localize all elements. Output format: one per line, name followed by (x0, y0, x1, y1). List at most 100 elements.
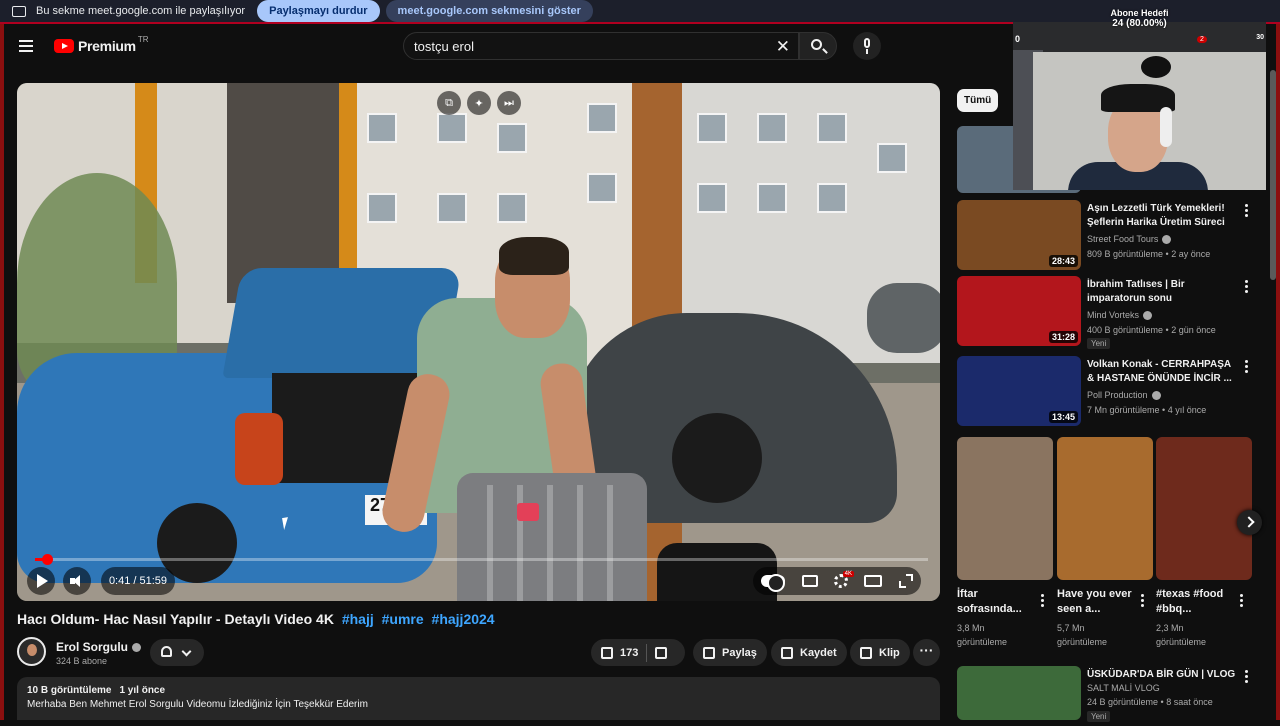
list-item[interactable]: 13:45 Volkan Konak - CERRAHPAŞA & HASTAN… (957, 356, 1257, 428)
more-options-icon[interactable] (1041, 594, 1044, 609)
search-icon (811, 39, 822, 50)
video-title[interactable]: ÜSKÜDAR'DA BİR GÜN | VLOG (1087, 668, 1237, 682)
channel-name-text[interactable]: Street Food Tours (1087, 234, 1158, 244)
search-button[interactable] (799, 32, 837, 60)
view-count: 10 B görüntüleme (27, 685, 112, 696)
channel-name[interactable]: Erol Sorgulu (56, 640, 141, 654)
hashtag-link[interactable]: #hajj (342, 611, 374, 627)
settings-gear-icon[interactable]: 4K (833, 571, 854, 588)
thumbs-up-icon[interactable] (601, 646, 613, 659)
more-options-icon[interactable] (1240, 594, 1243, 609)
mute-button[interactable] (63, 567, 91, 595)
fullscreen-icon[interactable] (898, 574, 913, 588)
channel-name-text[interactable]: Mind Vorteks (1087, 310, 1139, 320)
more-options-icon[interactable] (1141, 594, 1144, 609)
short-item[interactable]: İftar sofrasında... 3,8 Mn görüntüleme (957, 437, 1053, 647)
description-text: Merhaba Ben Mehmet Erol Sorgulu Videomu … (27, 699, 368, 710)
video-thumbnail[interactable] (957, 666, 1081, 720)
bookmark-icon (781, 646, 793, 659)
share-frame-border-right (1276, 24, 1280, 720)
short-thumbnail[interactable] (957, 437, 1053, 580)
upload-age: 1 yıl önce (119, 685, 166, 696)
verified-icon (1143, 311, 1153, 321)
channel-name[interactable]: Poll Production (1087, 390, 1161, 401)
thumbs-down-icon[interactable] (655, 646, 668, 659)
verified-icon (1162, 235, 1172, 245)
play-icon (37, 574, 48, 588)
new-badge: Yeni (1087, 338, 1111, 349)
share-icon (703, 646, 715, 659)
video-frame: 27 A (17, 83, 940, 601)
goal-range: 0 30 (1013, 34, 1266, 48)
more-actions-button[interactable]: ··· (913, 639, 940, 666)
mouse-cursor (282, 516, 296, 530)
subscriber-count: 324 B abone (56, 656, 108, 666)
skip-next-icon[interactable]: ⏭ (497, 91, 521, 115)
show-meet-tab-button[interactable]: meet.google.com sekmesini göster (385, 0, 593, 22)
short-title[interactable]: #texas #food #bbq... (1156, 587, 1236, 617)
filter-chip-all[interactable]: Tümü (957, 89, 999, 112)
progress-bar[interactable] (35, 554, 928, 565)
player-right-controls: 4K (753, 567, 921, 595)
more-options-icon[interactable] (1245, 280, 1248, 295)
video-title[interactable]: Volkan Konak - CERRAHPAŞA & HASTANE ÖNÜN… (1087, 358, 1237, 386)
clip-button[interactable]: Klip (850, 639, 910, 666)
search-input[interactable]: tostçu erol ✕ (403, 32, 799, 60)
channel-avatar[interactable] (17, 637, 46, 666)
youtube-play-icon (54, 39, 74, 53)
channel-name[interactable]: SALT MALİ VLOG (1087, 683, 1160, 693)
chevron-down-icon (181, 646, 192, 657)
channel-name-text[interactable]: Erol Sorgulu (56, 640, 128, 654)
video-title-text: Hacı Oldum- Hac Nasıl Yapılır - Detaylı … (17, 611, 334, 627)
theater-mode-icon[interactable] (864, 575, 883, 587)
more-options-icon[interactable] (1245, 670, 1248, 685)
short-thumbnail[interactable] (1156, 437, 1252, 580)
stop-sharing-button[interactable]: Paylaşmayı durdur (257, 0, 380, 22)
description-box[interactable]: 10 B görüntüleme 1 yıl önce Merhaba Ben M… (17, 677, 940, 720)
subscription-bell-button[interactable] (150, 639, 204, 666)
short-title[interactable]: Have you ever seen a... (1057, 587, 1137, 617)
like-count[interactable]: 173 (620, 647, 638, 659)
shorts-next-button[interactable] (1237, 510, 1262, 535)
video-title[interactable]: Aşın Lezzetli Türk Yemekleri! Şeflerin H… (1087, 202, 1237, 230)
more-options-icon[interactable] (1245, 360, 1248, 375)
hashtag-link[interactable]: #hajj2024 (432, 611, 495, 627)
video-thumbnail[interactable]: 31:28 (957, 276, 1081, 346)
short-title[interactable]: İftar sofrasında... (957, 587, 1037, 617)
list-item[interactable]: ÜSKÜDAR'DA BİR GÜN | VLOG SALT MALİ VLOG… (957, 666, 1257, 726)
share-button[interactable]: Paylaş (693, 639, 767, 666)
logo-region-code: TR (137, 34, 149, 44)
progress-scrubber[interactable] (41, 554, 53, 565)
ask-ai-icon[interactable]: ✦ (467, 91, 491, 115)
search-query[interactable]: tostçu erol (414, 39, 474, 54)
voice-search-button[interactable] (853, 32, 881, 60)
page-scrollbar[interactable] (1270, 70, 1276, 280)
video-title[interactable]: İbrahim Tatlıses | Bir imparatorun sonu (1087, 278, 1237, 306)
menu-icon[interactable] (19, 40, 33, 52)
time-display: 0:41 / 51:59 (101, 567, 175, 595)
share-label: Paylaş (722, 646, 757, 659)
verified-icon (1151, 391, 1161, 401)
clear-search-icon[interactable]: ✕ (776, 37, 790, 57)
miniplayer-icon[interactable]: ⧉ (437, 91, 461, 115)
channel-name[interactable]: Street Food Tours (1087, 234, 1172, 245)
channel-name-text[interactable]: Poll Production (1087, 390, 1148, 400)
autoplay-toggle[interactable] (761, 574, 786, 592)
play-button[interactable] (27, 567, 55, 595)
short-thumbnail[interactable] (1057, 437, 1153, 580)
clip-label: Klip (879, 646, 900, 659)
channel-name[interactable]: Mind Vorteks (1087, 310, 1153, 321)
video-thumbnail[interactable]: 13:45 (957, 356, 1081, 426)
short-views: 2,3 Mn görüntüleme (1156, 623, 1207, 647)
video-thumbnail[interactable]: 28:43 (957, 200, 1081, 270)
save-button[interactable]: Kaydet (771, 639, 847, 666)
hashtag-link[interactable]: #umre (382, 611, 424, 627)
subtitles-icon[interactable] (801, 575, 818, 587)
list-item[interactable]: 28:43 Aşın Lezzetli Türk Yemekleri! Şefl… (957, 200, 1257, 272)
short-item[interactable]: #texas #food #bbq... 2,3 Mn görüntüleme (1156, 437, 1252, 647)
more-options-icon[interactable] (1245, 204, 1248, 219)
video-player[interactable]: 27 A ⧉ ✦ ⏭ 0:41 / 51:59 4K (17, 83, 940, 601)
youtube-premium-logo[interactable]: Premium TR (54, 34, 149, 54)
short-item[interactable]: Have you ever seen a... 5,7 Mn görüntüle… (1057, 437, 1153, 647)
list-item[interactable]: 31:28 İbrahim Tatlıses | Bir imparatorun… (957, 276, 1257, 349)
